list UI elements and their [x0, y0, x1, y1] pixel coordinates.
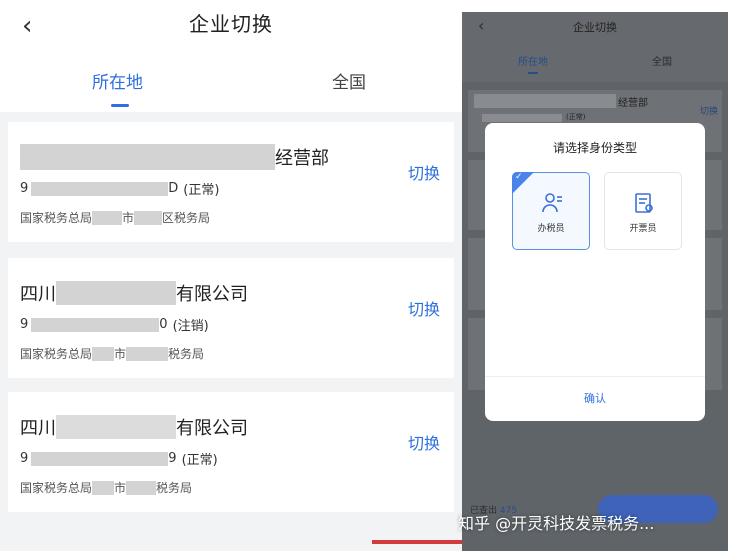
redacted-block	[31, 181, 169, 196]
option-invoice-clerk[interactable]: 开票员	[604, 172, 682, 250]
company-name: 四川 有限公司	[20, 280, 248, 306]
divider	[485, 376, 705, 377]
comparison-screenshot: ‹ 企业切换 所在地 全国 经营部 9 D (正常) 国家税务总局 市 区税务局…	[0, 0, 734, 551]
switch-button[interactable]: 切换	[700, 104, 718, 117]
redacted-block	[126, 346, 169, 361]
tab-local[interactable]: 所在地	[518, 53, 548, 68]
check-icon: ✓	[515, 172, 523, 182]
redacted-block	[56, 281, 176, 305]
option-label: 办税员	[537, 224, 565, 234]
tab-national[interactable]: 全国	[652, 53, 672, 68]
redacted-block	[482, 114, 562, 122]
invoice-clerk-icon	[635, 193, 653, 213]
tab-national[interactable]: 全国	[332, 68, 366, 93]
page-title: 企业切换	[189, 12, 273, 36]
company-name: 经营部	[20, 144, 329, 170]
redacted-block	[92, 210, 123, 225]
header: ‹ 企业切换 所在地 全国	[0, 0, 462, 112]
redacted-block	[20, 144, 275, 170]
tax-id: 9 D (正常)	[20, 181, 220, 198]
right-screen: ‹ 企业切换 所在地 全国 经营部 (正常) 切换 请选择身份类型 ✓ 办税员 …	[462, 12, 728, 551]
company-card[interactable]: 经营部 9 D (正常) 国家税务总局 市 区税务局 切换	[8, 122, 454, 242]
left-screen: ‹ 企业切换 所在地 全国 经营部 9 D (正常) 国家税务总局 市 区税务局…	[0, 0, 462, 551]
active-tab-indicator	[528, 72, 538, 74]
company-card[interactable]: 四川 有限公司 9 0 (注销) 国家税务总局 市 税务局 切换	[8, 258, 454, 378]
tax-officer-icon	[542, 193, 562, 213]
tax-id: 9 0 (注销)	[20, 317, 209, 334]
switch-button[interactable]: 切换	[408, 296, 440, 320]
identity-type-dialog: 请选择身份类型 ✓ 办税员 开票员 确认	[485, 123, 705, 421]
tax-bureau: 国家税务总局 市 税务局	[20, 480, 193, 495]
status-badge: (正常)	[181, 453, 218, 468]
redacted-block	[92, 346, 115, 361]
redacted-block	[126, 480, 157, 495]
redacted-block	[92, 480, 115, 495]
company-name: 经营部	[618, 98, 648, 109]
redacted-block	[474, 94, 616, 108]
dialog-title: 请选择身份类型	[552, 141, 637, 155]
redacted-block	[134, 210, 163, 225]
status-badge: (正常)	[566, 113, 586, 121]
watermark: 知乎 @开灵科技发票税务...	[458, 514, 655, 533]
page-title: 企业切换	[573, 21, 617, 34]
tax-bureau: 国家税务总局 市 区税务局	[20, 210, 211, 225]
redacted-block	[56, 415, 176, 439]
tax-bureau: 国家税务总局 市 税务局	[20, 346, 205, 361]
confirm-button[interactable]: 确认	[485, 390, 705, 406]
switch-button[interactable]: 切换	[408, 160, 440, 184]
company-name: 四川 有限公司	[20, 414, 248, 440]
active-tab-indicator	[111, 104, 129, 107]
tax-id: 9 9 (正常)	[20, 451, 218, 468]
company-card[interactable]: 四川 有限公司 9 9 (正常) 国家税务总局 市 税务局 切换	[8, 392, 454, 512]
status-badge: (正常)	[183, 183, 220, 198]
tab-local[interactable]: 所在地	[92, 68, 143, 93]
status-badge: (注销)	[172, 319, 209, 334]
header-dimmed: ‹ 企业切换 所在地 全国	[462, 12, 728, 82]
redacted-block	[31, 451, 169, 466]
option-label: 开票员	[629, 224, 657, 234]
switch-button[interactable]: 切换	[408, 430, 440, 454]
redacted-block	[31, 317, 160, 332]
bottom-indicator	[372, 540, 462, 544]
option-tax-officer[interactable]: ✓ 办税员	[512, 172, 590, 250]
